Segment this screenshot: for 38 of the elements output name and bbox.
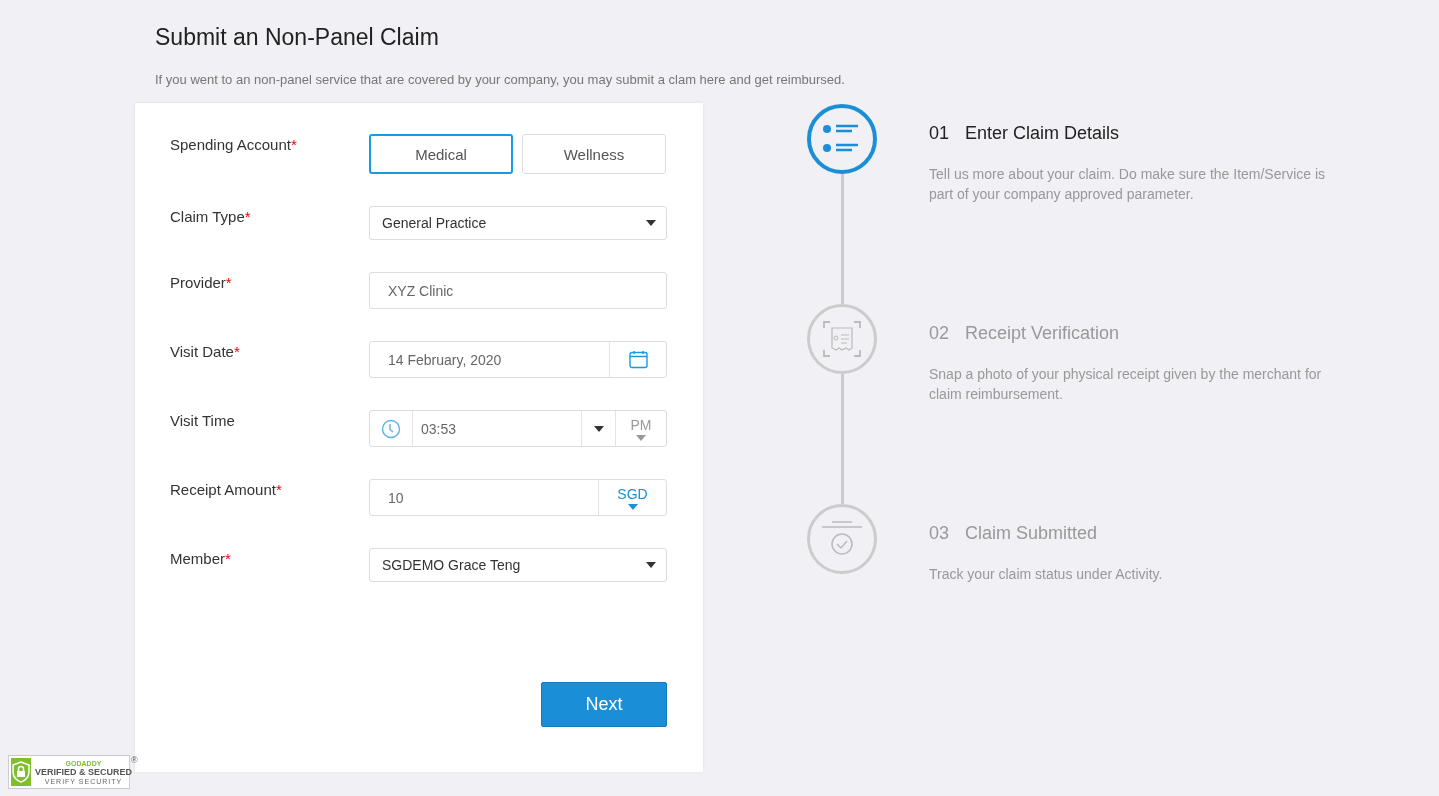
select-field[interactable]: General Practice	[369, 206, 667, 240]
next-button[interactable]: Next	[541, 682, 667, 727]
step-number: 01	[929, 123, 950, 144]
field-label: Claim Type*	[170, 207, 252, 227]
registered-mark: ®	[131, 755, 138, 765]
step-number: 02	[929, 323, 950, 344]
caret-icon	[646, 562, 656, 568]
input-field[interactable]: XYZ Clinic	[369, 272, 667, 309]
page-title: Submit an Non-Panel Claim	[155, 24, 440, 51]
field-label: Visit Date*	[170, 342, 241, 362]
time-field[interactable]: 03:53	[412, 411, 581, 446]
currency-select[interactable]: SGD	[598, 480, 666, 515]
amount-field[interactable]: 10	[370, 489, 598, 506]
field-label: Spending Account*	[170, 135, 298, 155]
step-description: Tell us more about your claim. Do make sure the Item/Service is part of your company approved parameter.	[929, 165, 1327, 204]
step-title: Claim Submitted	[965, 523, 1098, 544]
caret-icon	[636, 434, 646, 441]
step-description: Snap a photo of your physical receipt given by the merchant for claim reimbursement.	[929, 365, 1323, 404]
caret-icon	[627, 503, 638, 510]
step-title: Receipt Verification	[965, 323, 1120, 344]
step-title: Enter Claim Details	[965, 123, 1120, 144]
step-description: Track your claim status under Activity.	[929, 565, 1164, 584]
field-label: Visit Time	[170, 411, 236, 431]
lock-shield-icon	[11, 761, 31, 783]
field-label: Member*	[170, 549, 232, 569]
field-label: Provider*	[170, 273, 233, 293]
calendar-icon[interactable]	[628, 350, 648, 369]
clock-icon	[381, 418, 401, 439]
step-number: 03	[929, 523, 950, 544]
account-option[interactable]: Wellness	[522, 134, 666, 174]
caret-icon	[646, 220, 656, 226]
page-subtitle: If you went to an non-panel service that are covered by your company, you may submit a clam here and get reimbursed.	[155, 72, 846, 87]
receipt-scan-icon	[822, 319, 862, 359]
select-field[interactable]: SGDEMO Grace Teng	[369, 548, 667, 582]
seal-title: VERIFIED & SECURED	[35, 767, 132, 777]
caret-icon	[593, 425, 604, 432]
account-option[interactable]: Medical	[369, 134, 513, 174]
field-label: Receipt Amount*	[170, 480, 283, 500]
